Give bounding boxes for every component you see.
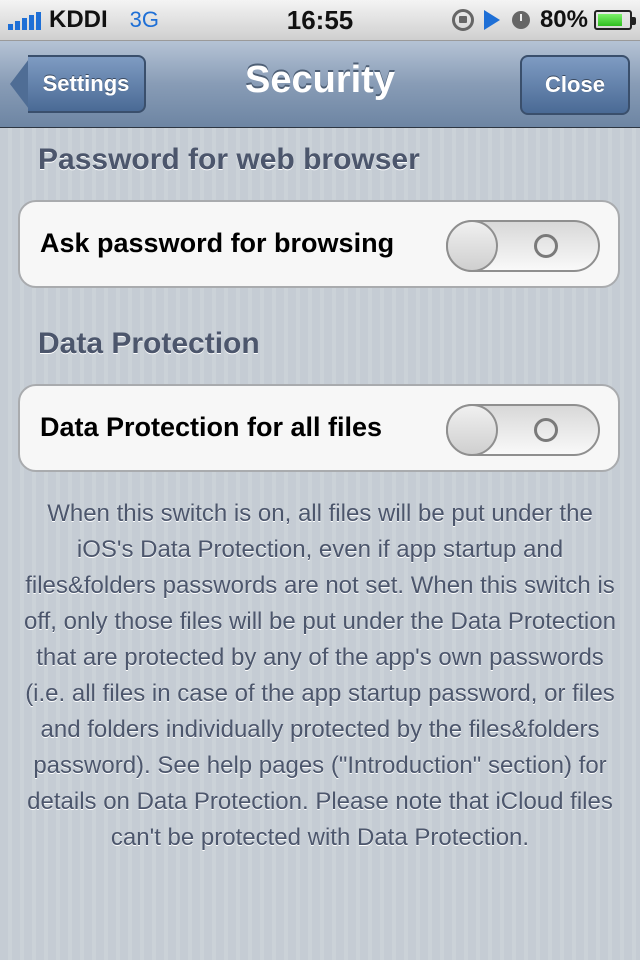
status-right: 80%: [451, 5, 636, 35]
status-bar: KDDI 3G 16:55 80%: [0, 0, 640, 41]
data-protection-explanation: When this switch is on, all files will b…: [24, 500, 616, 851]
play-icon: [483, 10, 500, 30]
switch-off-indicator-icon: [534, 234, 558, 258]
data-protection-label: Data Protection for all files: [40, 412, 383, 442]
switch-off-indicator-icon: [534, 418, 558, 442]
battery-icon: [594, 10, 636, 30]
switch-knob: [446, 220, 498, 272]
ask-password-label: Ask password for browsing: [40, 228, 395, 258]
alarm-clock-icon: [511, 11, 530, 29]
battery-fill: [598, 14, 622, 26]
ask-password-switch[interactable]: [446, 220, 600, 272]
rotation-lock-icon: [451, 9, 474, 31]
data-protection-switch[interactable]: [446, 404, 600, 456]
close-button[interactable]: Close: [520, 55, 630, 115]
switch-knob: [446, 404, 498, 456]
navigation-bar: Settings Security Close: [0, 41, 640, 128]
section-header-web-browser: Password for web browser: [38, 143, 420, 176]
battery-percent: 80%: [539, 6, 588, 33]
ask-password-row: Ask password for browsing: [18, 200, 620, 288]
section-header-data-protection: Data Protection: [38, 327, 260, 360]
data-protection-row: Data Protection for all files: [18, 384, 620, 472]
